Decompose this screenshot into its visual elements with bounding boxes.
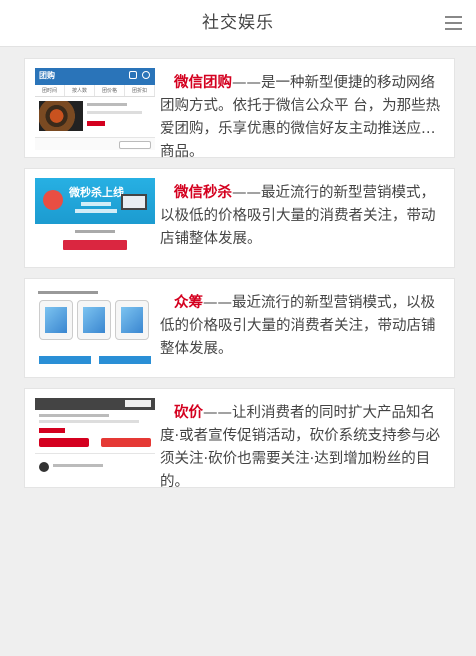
phone-image: [77, 300, 111, 340]
food-image: [39, 101, 83, 131]
phone-image: [39, 300, 73, 340]
card-crowdfunding[interactable]: 众筹——最近流行的新型营销模式，以极低的价格吸引大量的消费者关注，带动店铺整体发…: [24, 278, 455, 378]
card-keyword: 众筹: [174, 295, 203, 311]
card-description: 微信秒杀——最近流行的新型营销模式，以极低的价格吸引大量的消费者关注，带动店铺整…: [160, 182, 446, 251]
card-group-buy[interactable]: 团购 团时间 按人数 团价格 团折扣 微信团购——是一种新型便捷的移动网络团购方…: [24, 58, 455, 160]
thumb-bargain-button: [101, 438, 151, 447]
card-keyword: 微信秒杀: [174, 185, 232, 201]
top-bar: 社交娱乐: [0, 0, 476, 47]
phone-image: [115, 300, 149, 340]
thumb-tab: 按人数: [65, 85, 95, 96]
card-description: 砍价——让利消费者的同时扩大产品知名度·或者宣传促销活动，砍价系统支持参与必须关…: [160, 402, 446, 494]
thumb-tab: 团时间: [35, 85, 65, 96]
clock-icon: [43, 190, 63, 210]
user-icon: [129, 71, 137, 79]
group-buy-thumbnail: 团购 团时间 按人数 团价格 团折扣: [35, 68, 155, 150]
thumb-back-button: [119, 141, 151, 149]
thumb-action-bar: [39, 356, 91, 364]
bargain-thumbnail: [35, 398, 155, 480]
thumb-footer: [35, 137, 155, 150]
card-flash-sale[interactable]: 微秒杀上线 微信秒杀——最近流行的新型营销模式，以极低的价格吸引大量的消费者关注…: [24, 168, 455, 268]
card-text: ——让利消费者的同时扩大产品知名度·或者宣传促销活动，砍价系统支持参与必须关注·…: [160, 405, 441, 490]
avatar: [39, 462, 49, 472]
thumb-product-item: [35, 97, 155, 137]
thumb-banner: 微秒杀上线: [35, 178, 155, 224]
thumb-app-title: 团购: [39, 71, 55, 80]
thumb-countdown-area: [35, 224, 155, 260]
thumb-app-header: 团购: [35, 68, 155, 85]
card-description: 微信团购——是一种新型便捷的移动网络团购方式。依托于微信公众平 台，为那些热爱团…: [160, 72, 446, 164]
card-keyword: 砍价: [174, 405, 203, 421]
flash-sale-thumbnail: 微秒杀上线: [35, 178, 155, 260]
thumb-banner-title: 微秒杀上线: [69, 186, 124, 199]
card-description: 众筹——最近流行的新型营销模式，以极低的价格吸引大量的消费者关注，带动店铺整体发…: [160, 292, 446, 361]
card-bargain[interactable]: 砍价——让利消费者的同时扩大产品知名度·或者宣传促销活动，砍价系统支持参与必须关…: [24, 388, 455, 490]
thumb-countdown: [63, 240, 127, 250]
page-title: 社交娱乐: [202, 13, 274, 33]
thumb-date: [75, 230, 115, 233]
search-icon: [142, 71, 150, 79]
thumb-price: [87, 121, 105, 126]
laptop-icon: [121, 194, 147, 210]
thumb-header: [35, 398, 155, 410]
thumb-price: [39, 428, 65, 433]
thumb-join-button: [39, 438, 89, 447]
thumb-tab: 团价格: [95, 85, 125, 96]
thumb-tab: 团折扣: [125, 85, 155, 96]
hamburger-menu-icon[interactable]: [445, 16, 462, 30]
thumb-action-bar: [99, 356, 151, 364]
card-keyword: 微信团购: [174, 75, 232, 91]
thumb-filter-tabs: 团时间 按人数 团价格 团折扣: [35, 85, 155, 97]
crowdfunding-thumbnail: [35, 288, 155, 370]
